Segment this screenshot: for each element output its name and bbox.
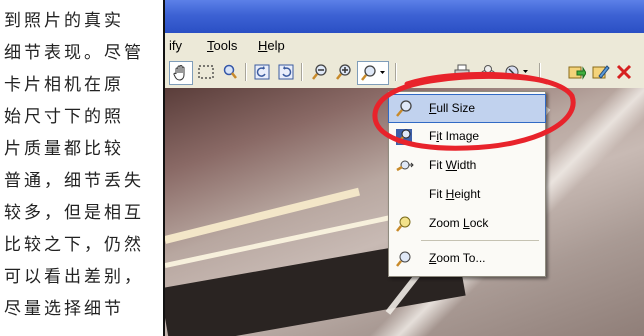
zoom-lock-icon [396, 216, 411, 232]
article-line: 卡片相机在原 [4, 75, 124, 95]
annotation-circle [372, 71, 576, 151]
rotate-left-icon [254, 64, 270, 80]
marquee-select-icon [198, 65, 214, 79]
article-line: 比较之下，仍然 [4, 235, 144, 255]
lasso-icon [223, 64, 237, 79]
menu-modify[interactable]: ify [169, 38, 182, 53]
zoom-in-icon [336, 64, 351, 80]
menu-item-zoom-lock[interactable]: Zoom Lock [389, 210, 545, 237]
zoom-in-button[interactable] [333, 61, 355, 83]
window-titlebar [165, 0, 644, 33]
edit-button[interactable] [589, 61, 611, 83]
menu-bar: ify Tools Help [165, 33, 644, 57]
zoom-out-icon [312, 64, 327, 80]
menu-tools[interactable]: Tools [207, 38, 237, 53]
menu-separator [421, 240, 539, 241]
article-line: 尽量选择细节 [4, 299, 124, 319]
menu-help[interactable]: Help [258, 38, 285, 53]
article-line: 到照片的真实 [4, 11, 124, 31]
rotate-left-button[interactable] [251, 61, 273, 83]
marquee-select-button[interactable] [195, 61, 217, 83]
hand-tool-button[interactable] [169, 61, 193, 85]
delete-icon [616, 64, 632, 80]
article-line: 始尺寸下的照 [4, 107, 124, 127]
delete-button[interactable] [613, 61, 635, 83]
article-line: 片质量都比较 [4, 139, 124, 159]
article-line: 较多，但是相互 [4, 203, 144, 223]
article-line: 可以看出差别， [4, 267, 144, 287]
zoom-to-icon [396, 251, 411, 267]
article-line: 细节表现。尽管 [4, 43, 144, 63]
edit-icon [592, 65, 610, 79]
rotate-right-icon [278, 64, 294, 80]
article-line: 普通，细节丢失 [4, 171, 144, 191]
menu-item-fit-height[interactable]: Fit Height [389, 181, 545, 208]
photo-highlight [165, 187, 361, 244]
article-text-column: 到照片的真实 细节表现。尽管 卡片相机在原 始尺寸下的照 片质量都比较 普通，细… [0, 0, 160, 336]
app-screenshot: ify Tools Help Full Size Fit Image Fit W… [163, 0, 644, 336]
rotate-right-button[interactable] [275, 61, 297, 83]
zoom-fit-width-icon [396, 160, 414, 172]
lasso-button[interactable] [219, 61, 241, 83]
hand-icon [173, 65, 185, 81]
menu-item-fit-width[interactable]: Fit Width [389, 152, 545, 179]
menu-item-zoom-to[interactable]: Zoom To... [389, 245, 545, 272]
zoom-out-button[interactable] [309, 61, 331, 83]
